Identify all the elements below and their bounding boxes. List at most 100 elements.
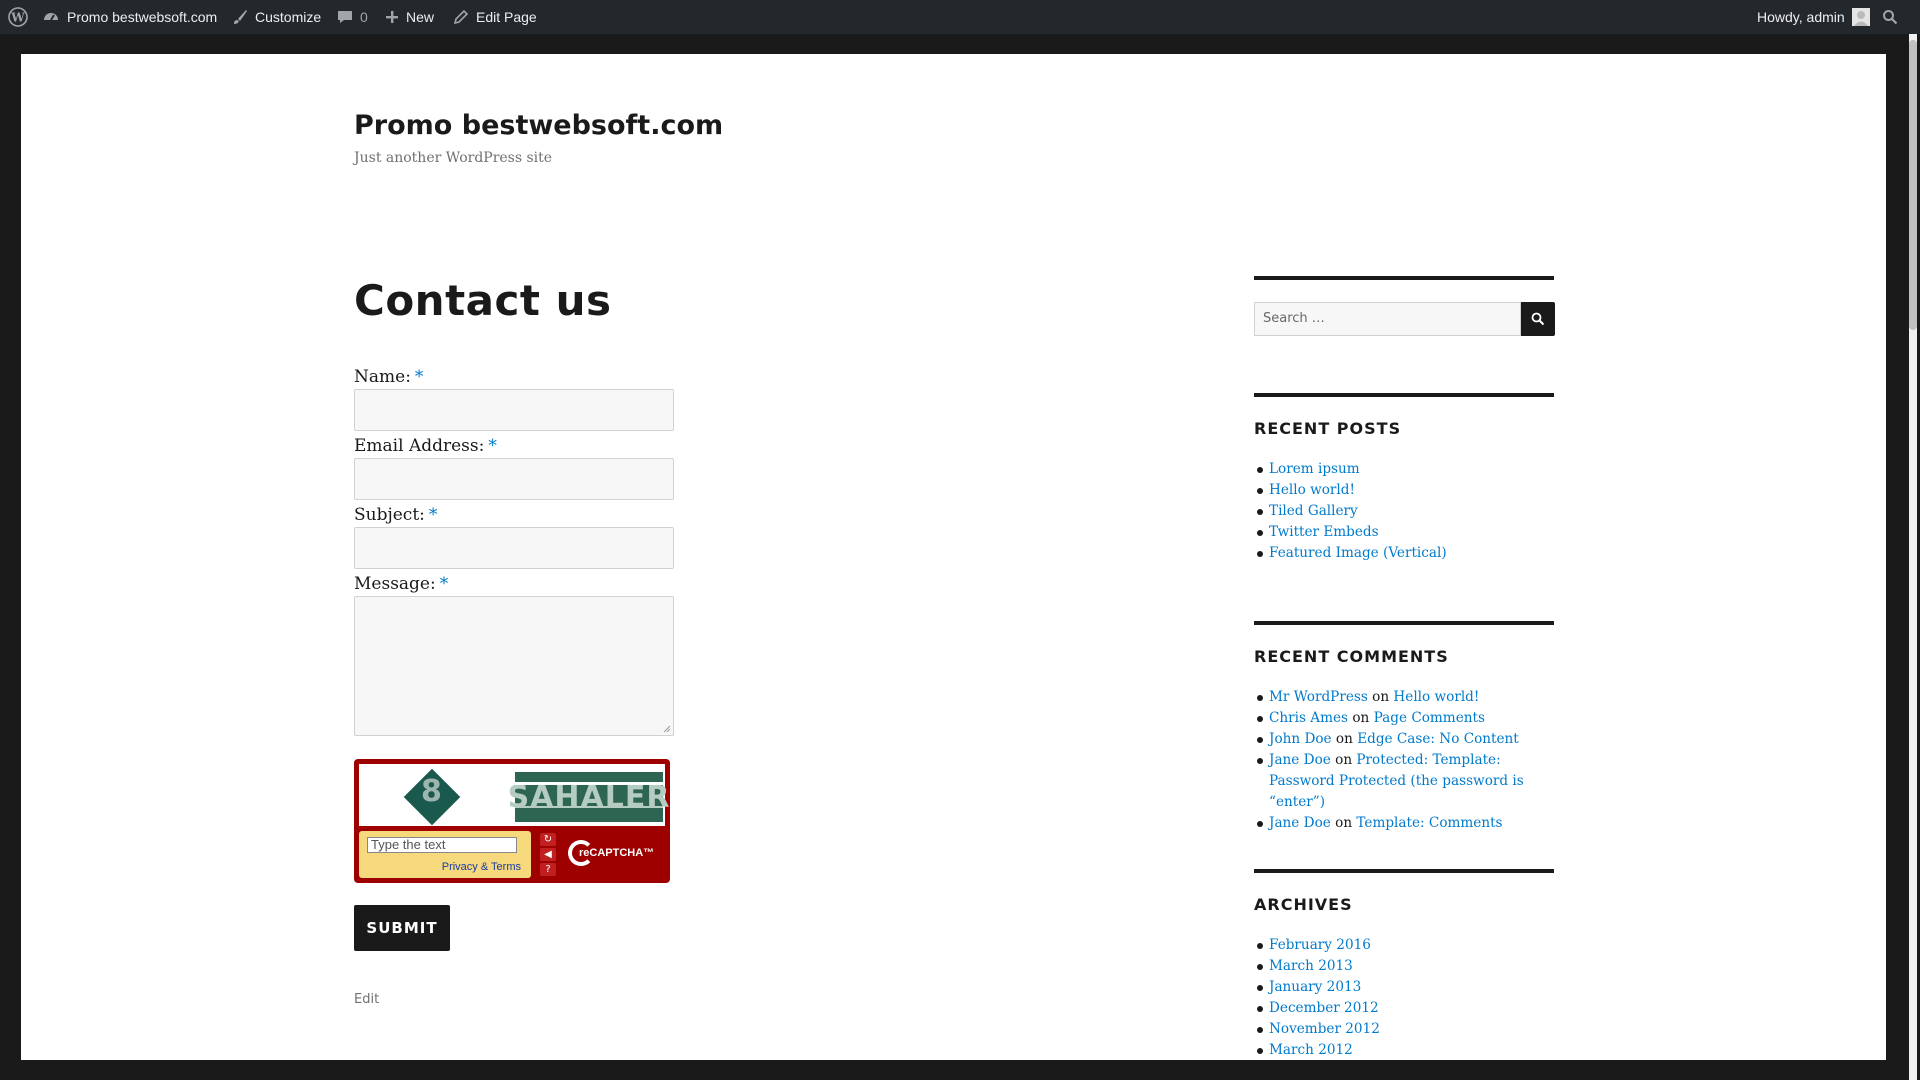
- widget-divider: [1254, 869, 1554, 873]
- comment-bubble-icon: [337, 9, 353, 25]
- email-label: Email Address: *: [354, 436, 497, 456]
- site-name-label: Promo bestwebsoft.com: [67, 9, 218, 25]
- captcha-digit: 8: [421, 774, 442, 809]
- avatar: [1851, 8, 1870, 26]
- comment-post-link[interactable]: Hello world!: [1393, 689, 1479, 705]
- pencil-icon: [453, 9, 469, 25]
- privacy-terms-link[interactable]: Privacy & Terms: [442, 861, 521, 873]
- svg-text:W: W: [10, 11, 25, 25]
- search-icon: [1531, 312, 1545, 326]
- comment-author-link[interactable]: John Doe: [1269, 731, 1332, 747]
- refresh-icon[interactable]: ↻: [540, 833, 556, 846]
- list-item: Tiled Gallery: [1254, 501, 1564, 522]
- captcha-image: 8 SAHALER: [359, 764, 669, 826]
- recent-comments-list: Mr WordPress on Hello world! Chris Ames o…: [1254, 687, 1564, 834]
- list-item: Hello world!: [1254, 480, 1564, 501]
- comment-author-link[interactable]: Mr WordPress: [1269, 689, 1368, 705]
- comment-on-text: on: [1330, 815, 1357, 831]
- list-item: Jane Doe on Protected: Template: Passwor…: [1254, 750, 1564, 813]
- comment-post-link[interactable]: Page Comments: [1374, 710, 1485, 726]
- list-item: March 2013: [1254, 956, 1564, 977]
- recent-post-link[interactable]: Twitter Embeds: [1269, 524, 1379, 540]
- plus-icon: [385, 10, 399, 24]
- archive-link[interactable]: November 2012: [1269, 1021, 1380, 1037]
- edit-page-link[interactable]: Edit Page: [453, 0, 537, 34]
- admin-bar: W Promo bestwebsoft.com Customize 0 New …: [0, 0, 1920, 34]
- site-description: Just another WordPress site: [354, 150, 553, 166]
- comments-count: 0: [360, 9, 368, 25]
- recent-post-link[interactable]: Tiled Gallery: [1269, 503, 1358, 519]
- list-item: March 2012: [1254, 1040, 1564, 1060]
- list-item: December 2012: [1254, 998, 1564, 1019]
- widget-divider: [1254, 393, 1554, 397]
- new-content-menu[interactable]: New: [385, 0, 434, 34]
- name-label-text: Name:: [354, 367, 411, 387]
- captcha-input[interactable]: Type the text: [367, 837, 517, 853]
- list-item: February 2016: [1254, 935, 1564, 956]
- widget-divider: [1254, 621, 1554, 625]
- subject-label: Subject: *: [354, 505, 437, 525]
- list-item: Lorem ipsum: [1254, 459, 1564, 480]
- comment-author-link[interactable]: Jane Doe: [1269, 752, 1331, 768]
- name-label: Name: *: [354, 367, 423, 387]
- recent-post-link[interactable]: Hello world!: [1269, 482, 1355, 498]
- message-label-text: Message:: [354, 574, 436, 594]
- comment-on-text: on: [1348, 710, 1374, 726]
- customize-link[interactable]: Customize: [232, 0, 321, 34]
- archive-link[interactable]: January 2013: [1269, 979, 1361, 995]
- list-item: Mr WordPress on Hello world!: [1254, 687, 1564, 708]
- recaptcha-logo: reCAPTCHA™: [566, 836, 662, 876]
- scrollbar-thumb[interactable]: [1909, 40, 1917, 330]
- list-item: November 2012: [1254, 1019, 1564, 1040]
- list-item: Chris Ames on Page Comments: [1254, 708, 1564, 729]
- resize-handle-icon[interactable]: [663, 725, 671, 733]
- customize-label: Customize: [255, 9, 322, 25]
- comment-post-link[interactable]: Template: Comments: [1356, 815, 1502, 831]
- archive-link[interactable]: December 2012: [1269, 1000, 1379, 1016]
- comment-author-link[interactable]: Jane Doe: [1269, 815, 1331, 831]
- audio-icon[interactable]: ◀: [540, 848, 556, 861]
- edit-page-label: Edit Page: [476, 9, 537, 25]
- comment-on-text: on: [1331, 731, 1358, 747]
- widget-divider: [1254, 276, 1554, 280]
- archive-link[interactable]: March 2013: [1269, 958, 1353, 974]
- my-account-menu[interactable]: Howdy, admin: [1757, 0, 1870, 34]
- list-item: Twitter Embeds: [1254, 522, 1564, 543]
- scrollbar[interactable]: [1906, 34, 1920, 1080]
- howdy-label: Howdy, admin: [1757, 9, 1845, 25]
- list-item: Featured Image (Vertical): [1254, 543, 1564, 564]
- list-item: January 2013: [1254, 977, 1564, 998]
- email-label-text: Email Address:: [354, 436, 485, 456]
- sidebar-search-input[interactable]: Search …: [1254, 302, 1521, 336]
- subject-field[interactable]: [354, 527, 674, 569]
- captcha-input-area: Type the text Privacy & Terms: [359, 831, 531, 878]
- submit-button[interactable]: SUBMIT: [354, 905, 450, 951]
- recent-posts-list: Lorem ipsum Hello world! Tiled Gallery Twit…: [1254, 459, 1564, 564]
- site-title[interactable]: Promo bestwebsoft.com: [354, 110, 723, 141]
- message-textarea[interactable]: [354, 596, 674, 736]
- help-icon[interactable]: ?: [540, 863, 556, 876]
- archive-link[interactable]: February 2016: [1269, 937, 1371, 953]
- recaptcha-widget: 8 SAHALER Type the text Privacy & Terms …: [354, 759, 670, 883]
- archive-link[interactable]: March 2012: [1269, 1042, 1353, 1058]
- required-marker: *: [439, 574, 449, 594]
- comment-post-link[interactable]: Edge Case: No Content: [1357, 731, 1519, 747]
- captcha-word: SAHALER: [508, 772, 669, 822]
- email-field[interactable]: [354, 458, 674, 500]
- recent-post-link[interactable]: Featured Image (Vertical): [1269, 545, 1447, 561]
- subject-label-text: Subject:: [354, 505, 425, 525]
- required-marker: *: [428, 505, 438, 525]
- site-name-menu[interactable]: Promo bestwebsoft.com: [42, 0, 217, 34]
- sidebar-search-button[interactable]: [1521, 302, 1555, 336]
- wordpress-logo-icon[interactable]: W: [8, 0, 28, 34]
- required-marker: *: [414, 367, 424, 387]
- recent-comments-title: RECENT COMMENTS: [1254, 647, 1449, 666]
- name-field[interactable]: [354, 389, 674, 431]
- list-item: John Doe on Edge Case: No Content: [1254, 729, 1564, 750]
- adminbar-search-icon[interactable]: [1882, 0, 1898, 34]
- comments-link[interactable]: 0: [337, 0, 368, 34]
- edit-link[interactable]: Edit: [354, 992, 379, 1007]
- recent-post-link[interactable]: Lorem ipsum: [1269, 461, 1360, 477]
- comment-author-link[interactable]: Chris Ames: [1269, 710, 1348, 726]
- recaptcha-brand: reCAPTCHA™: [579, 847, 655, 859]
